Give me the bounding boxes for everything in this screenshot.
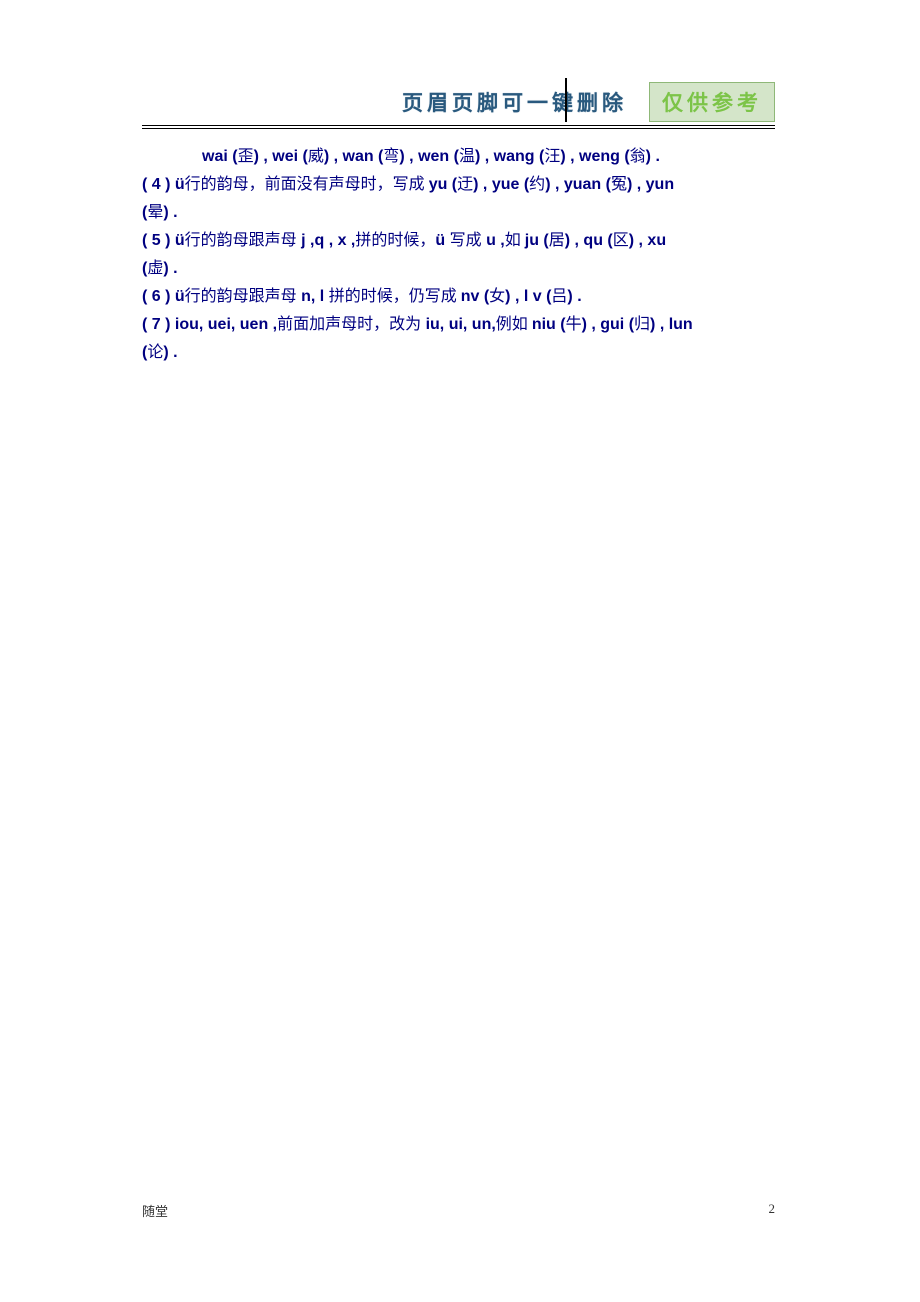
text-span: ( 7 ) iou, uei, uen ,	[142, 316, 277, 333]
text-cn: 区	[613, 232, 629, 249]
text-span: ) , weng (	[560, 148, 629, 165]
text-cn: 迂	[457, 176, 473, 193]
text-span: ) , wei (	[254, 148, 308, 165]
page-footer: 随堂 2	[142, 1201, 775, 1220]
text-span: niu (	[532, 316, 566, 333]
text-cn: 写成	[450, 232, 482, 249]
text-cn: 冤	[611, 176, 627, 193]
text-cn: 行的韵母跟声母	[185, 288, 297, 305]
text-cn: 如	[505, 232, 525, 249]
text-span: ) .	[163, 344, 177, 361]
text-span: ) , l v (	[505, 288, 551, 305]
text-span: ) .	[163, 204, 177, 221]
header-divider-bottom	[142, 128, 775, 129]
text-span: iu, ui, un,	[421, 316, 496, 333]
text-span: ) , lun	[650, 316, 693, 333]
text-span: wai (	[202, 148, 238, 165]
content-rule-6: ( 6 ) ü行的韵母跟声母 n, l 拼的时候，仍写成 nv (女) , l …	[142, 283, 775, 311]
text-span: nv (	[461, 288, 489, 305]
content-rule-7b: (论) .	[142, 339, 775, 367]
header-badge: 仅供参考	[649, 82, 775, 122]
text-cn: 虚	[147, 260, 163, 277]
text-cn: 拼的时候，仍写成	[329, 288, 461, 305]
header-row: 页眉页脚可一键删除 仅供参考	[142, 82, 775, 122]
text-span: yu (	[429, 176, 457, 193]
text-cn: 晕	[147, 204, 163, 221]
text-cn: 行的韵母跟声母	[185, 232, 297, 249]
text-span: j ,q , x ,	[297, 232, 356, 249]
text-cn: 拼的时候，	[355, 232, 435, 249]
text-span: ( 5 ) ü	[142, 232, 185, 249]
text-span: ) , gui (	[582, 316, 634, 333]
page-container: 页眉页脚可一键删除 仅供参考 wai (歪) , wei (威) , wan (…	[0, 0, 920, 367]
text-cn: 女	[489, 288, 505, 305]
text-span: ) , wen (	[399, 148, 459, 165]
text-cn: 行的韵母，前面没有声母时，写成	[185, 176, 429, 193]
text-span: ( 6 ) ü	[142, 288, 185, 305]
text-span: ( 4 ) ü	[142, 176, 185, 193]
text-cn: 汪	[544, 148, 560, 165]
text-cn: 牛	[566, 316, 582, 333]
text-cn: 温	[459, 148, 475, 165]
text-cn: 约	[529, 176, 545, 193]
content-rule-4: ( 4 ) ü行的韵母，前面没有声母时，写成 yu (迂) , yue (约) …	[142, 171, 775, 199]
footer-left-text: 随堂	[142, 1201, 168, 1220]
text-cn: 翁	[630, 148, 646, 165]
content-rule-5b: (虚) .	[142, 255, 775, 283]
content-rule-7: ( 7 ) iou, uei, uen ,前面加声母时，改为 iu, ui, u…	[142, 311, 775, 339]
text-cn: 弯	[383, 148, 399, 165]
text-cn: 前面加声母时，改为	[277, 316, 421, 333]
text-span: u ,	[482, 232, 505, 249]
text-cn: 居	[549, 232, 565, 249]
content-rule-4b: (晕) .	[142, 199, 775, 227]
text-span: ) .	[163, 260, 177, 277]
header-divider-top	[142, 125, 775, 126]
text-span: ) , yuan (	[545, 176, 611, 193]
text-span: ) , yue (	[473, 176, 529, 193]
text-span: ju (	[525, 232, 549, 249]
header-vertical-divider	[565, 78, 567, 122]
text-span: ) , qu (	[565, 232, 613, 249]
text-span: ) , yun	[627, 176, 674, 193]
text-span: ) , wang (	[475, 148, 544, 165]
text-span: ) .	[567, 288, 581, 305]
document-content: wai (歪) , wei (威) , wan (弯) , wen (温) , …	[142, 143, 775, 367]
text-cn: 论	[147, 344, 163, 361]
text-cn: 例如	[496, 316, 532, 333]
text-span: n, l	[297, 288, 329, 305]
text-span: ü	[435, 232, 449, 249]
text-span: ) .	[646, 148, 660, 165]
content-rule-5: ( 5 ) ü行的韵母跟声母 j ,q , x ,拼的时候，ü 写成 u ,如 …	[142, 227, 775, 255]
text-cn: 威	[308, 148, 324, 165]
header-title: 页眉页脚可一键删除	[402, 87, 627, 117]
text-span: ) , wan (	[324, 148, 384, 165]
text-cn: 吕	[551, 288, 567, 305]
text-span: ) , xu	[629, 232, 666, 249]
text-cn: 歪	[238, 148, 254, 165]
page-number: 2	[769, 1201, 776, 1220]
content-line-1: wai (歪) , wei (威) , wan (弯) , wen (温) , …	[142, 143, 775, 171]
text-cn: 归	[634, 316, 650, 333]
